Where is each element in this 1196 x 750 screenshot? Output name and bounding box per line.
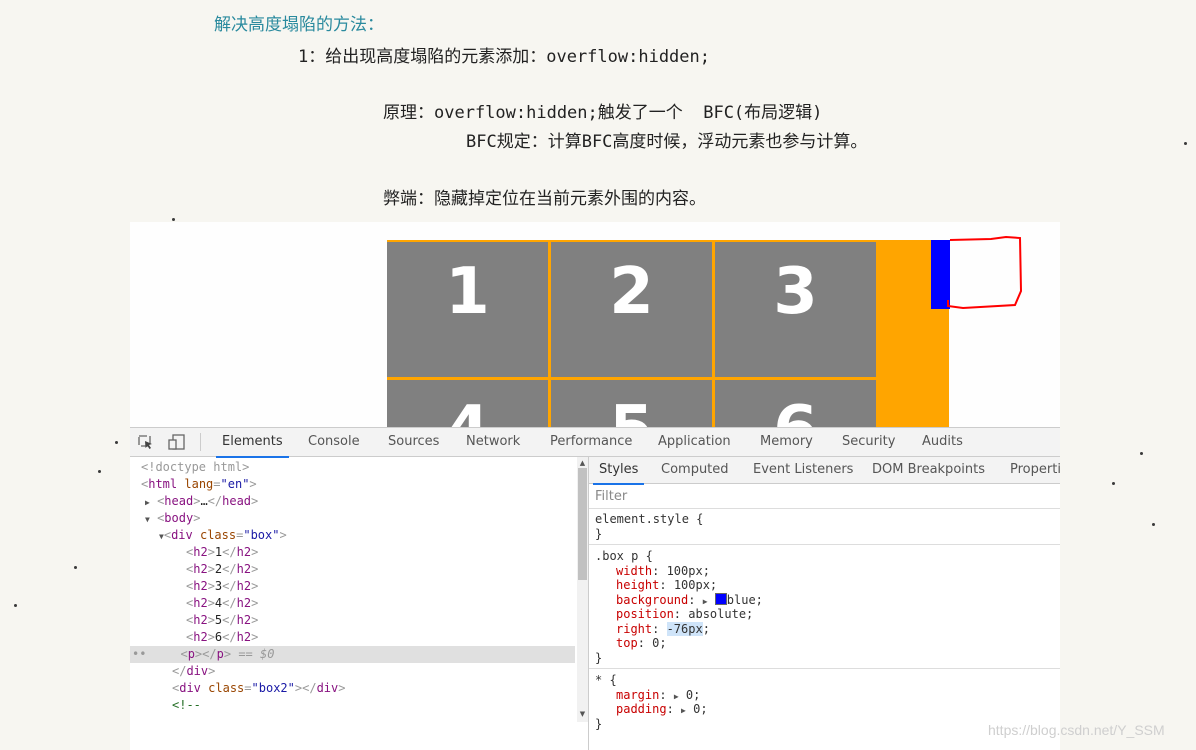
rule-property[interactable]: background: ▶ blue; [589,592,1060,608]
styles-pane: Styles Computed Event Listeners DOM Brea… [589,457,1061,750]
dom-node-h2[interactable]: <h2>6</h2> [130,629,575,646]
collapse-arrow-icon[interactable]: ▼ [130,532,164,541]
subtab-computed[interactable]: Computed [661,457,729,483]
background-speck [1140,452,1143,455]
inspect-element-icon[interactable] [138,434,156,450]
rule-property[interactable]: width: 100px; [589,564,1060,579]
dom-node-h2[interactable]: <h2>3</h2> [130,578,575,595]
box-container: 1 2 3 4 5 6 [387,240,949,427]
background-speck [1112,482,1115,485]
rule-property[interactable]: margin: ▶ 0; [589,688,1060,703]
dom-node-h2[interactable]: <h2>1</h2> [130,544,575,561]
dom-node-h2[interactable]: <h2>2</h2> [130,561,575,578]
dom-scrollbar-thumb[interactable] [578,468,587,580]
grid-cell: 2 [551,242,712,377]
rule-property[interactable]: top: 0; [589,636,1060,651]
rule-box-p: .box p { width: 100px; height: 100px; ba… [589,549,1060,669]
tab-application[interactable]: Application [658,428,731,456]
rule-property[interactable]: height: 100px; [589,578,1060,593]
dom-node-doctype[interactable]: <!doctype html> [130,459,575,476]
subtab-properties[interactable]: Properti [1010,457,1061,483]
tab-sources[interactable]: Sources [388,428,439,456]
scroll-down-arrow-icon[interactable]: ▼ [577,710,588,718]
color-swatch[interactable] [714,592,727,605]
grid-cell: 6 [715,380,876,427]
dom-node-p-selected[interactable]: •• <p></p> == $0 [130,646,575,663]
expand-arrow-icon[interactable]: ▶ [130,498,150,507]
subtab-dom-breakpoints[interactable]: DOM Breakpoints [872,457,985,483]
notes-title: 解决高度塌陷的方法： [214,15,384,35]
tab-console[interactable]: Console [308,428,360,456]
dom-node-body[interactable]: ▼ <body> [130,510,575,527]
expand-arrow-icon[interactable]: ▶ [674,692,679,701]
dom-node-h2[interactable]: <h2>5</h2> [130,612,575,629]
subtab-event-listeners[interactable]: Event Listeners [753,457,853,483]
grid-cell: 5 [551,380,712,427]
background-speck [115,441,118,444]
rule-element-style: element.style { } [589,512,1060,545]
devtools-panel: Elements Console Sources Network Perform… [130,427,1061,750]
rule-property[interactable]: right: -76px; [589,621,1060,637]
collapse-arrow-icon[interactable]: ▼ [130,515,150,524]
watermark: https://blog.csdn.net/Y_SSM [988,722,1165,738]
filter-placeholder: Filter [595,489,628,504]
edited-value[interactable]: -76px [666,621,703,636]
dom-node-html[interactable]: <html lang="en"> [130,476,575,493]
notes-bfc-rule: BFC规定：计算BFC高度时候，浮动元素也参与计算。 [466,132,868,152]
background-speck [1152,523,1155,526]
devtools-toolbar: Elements Console Sources Network Perform… [130,428,1060,458]
tab-memory[interactable]: Memory [760,428,813,456]
browser-viewport: 1 2 3 4 5 6 [130,222,1060,427]
rule-selector[interactable]: * { [589,673,1060,688]
notes-drawback: 弊端：隐藏掉定位在当前元素外围的内容。 [383,189,706,209]
toolbar-separator [200,433,201,451]
scroll-up-arrow-icon[interactable]: ▲ [577,459,588,467]
rule-property[interactable]: position: absolute; [589,607,1060,622]
tab-performance[interactable]: Performance [550,428,632,456]
rule-property[interactable]: padding: ▶ 0; [589,702,1060,717]
dom-node-div-box[interactable]: ▼<div class="box"> [130,527,575,544]
grid-cell: 3 [715,242,876,377]
dom-node-div-close[interactable]: </div> [130,663,575,680]
dom-tree: <!doctype html> <html lang="en"> ▶ <head… [130,457,577,722]
dom-node-head[interactable]: ▶ <head>…</head> [130,493,575,510]
styles-filter-input[interactable] [589,484,1060,509]
expand-arrow-icon[interactable]: ▶ [703,597,708,606]
tab-audits[interactable]: Audits [922,428,963,456]
subtab-styles[interactable]: Styles [593,457,645,485]
rule-selector[interactable]: .box p { [589,549,1060,564]
dom-node-comment[interactable]: <!-- [130,697,575,714]
background-speck [14,604,17,607]
grid-cell: 4 [387,380,548,427]
tab-elements[interactable]: Elements [216,428,289,458]
background-speck [98,470,101,473]
styles-subtabs: Styles Computed Event Listeners DOM Brea… [589,457,1061,485]
expand-arrow-icon[interactable]: ▶ [681,706,686,715]
dom-node-h2[interactable]: <h2>4</h2> [130,595,575,612]
red-annotation-outline [947,236,1023,310]
notes-method-1: 1：给出现高度塌陷的元素添加：overflow:hidden; [298,47,710,67]
background-speck [1184,142,1187,145]
device-toolbar-icon[interactable] [168,434,186,450]
background-speck [74,566,77,569]
tab-security[interactable]: Security [842,428,895,456]
grid-cell: 1 [387,242,548,377]
notes-principle: 原理：overflow:hidden;触发了一个 BFC(布局逻辑) [383,103,823,123]
dom-node-div-box2[interactable]: <div class="box2"></div> [130,680,575,697]
background-speck [172,218,175,221]
tab-network[interactable]: Network [466,428,520,456]
